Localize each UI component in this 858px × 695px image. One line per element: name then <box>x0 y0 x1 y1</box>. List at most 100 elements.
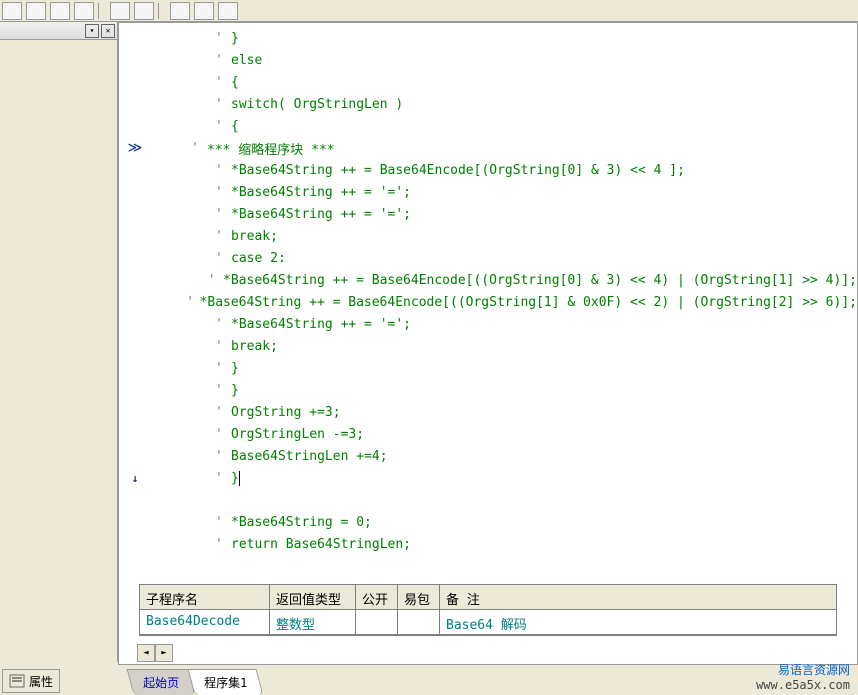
toolbar-btn-2[interactable] <box>26 2 46 20</box>
toolbar-sep <box>158 3 166 19</box>
comment-quote: ' <box>215 163 225 178</box>
h-scrollbar[interactable]: ◄► <box>137 644 837 662</box>
code-line[interactable] <box>119 489 857 511</box>
td-name[interactable]: Base64Decode <box>140 610 270 635</box>
code-text: *Base64String ++ = Base64Encode[((OrgStr… <box>200 295 857 310</box>
code-line[interactable]: ' switch( OrgStringLen ) <box>119 93 857 115</box>
breakpoint-marker-icon[interactable]: ≫ <box>119 140 151 156</box>
comment-quote: ' <box>215 339 225 354</box>
td-note[interactable]: Base64 解码 <box>440 610 836 635</box>
panel-header: ▾ ✕ <box>0 22 117 40</box>
th-type: 返回值类型 <box>270 585 356 610</box>
text-cursor <box>239 471 240 486</box>
th-pkg: 易包 <box>398 585 440 610</box>
scroll-right-icon[interactable]: ► <box>155 644 173 662</box>
td-pkg[interactable] <box>398 610 440 635</box>
code-line[interactable]: 'OrgString +=3; <box>119 401 857 423</box>
th-note: 备 注 <box>440 585 836 610</box>
code-text: *Base64String ++ = '='; <box>231 317 411 332</box>
footer-link-2[interactable]: www.e5a5x.com <box>756 678 850 693</box>
toolbar-btn-5[interactable] <box>110 2 130 20</box>
toolbar-btn-8[interactable] <box>194 2 214 20</box>
code-line[interactable]: ' *Base64String ++ = '='; <box>119 181 857 203</box>
panel-close-icon[interactable]: ✕ <box>101 24 115 38</box>
code-line[interactable]: ' *Base64String ++ = Base64Encode[(OrgStr… <box>119 159 857 181</box>
tab-progset[interactable]: 程序集1 <box>188 669 264 695</box>
code-line[interactable]: 'break; <box>119 225 857 247</box>
code-editor[interactable]: '}'else'{'switch( OrgStringLen )'{≫'*** … <box>119 23 857 556</box>
toolbar-sep <box>98 3 106 19</box>
code-line[interactable]: 'case 2: <box>119 247 857 269</box>
code-line[interactable]: '} <box>119 379 857 401</box>
code-line[interactable]: 'OrgStringLen -=3; <box>119 423 857 445</box>
th-pub: 公开 <box>356 585 398 610</box>
comment-quote: ' <box>215 97 225 112</box>
code-text: *Base64String ++ = '='; <box>231 207 411 222</box>
comment-quote: ' <box>215 537 225 552</box>
code-text: switch( OrgStringLen ) <box>231 97 403 112</box>
code-text: } <box>231 471 239 486</box>
code-text: } <box>231 383 239 398</box>
code-text: Base64StringLen +=4; <box>231 449 388 464</box>
toolbar-btn-4[interactable] <box>74 2 94 20</box>
code-text: { <box>231 119 239 134</box>
code-line[interactable]: '{ <box>119 71 857 93</box>
code-text: *Base64String ++ = Base64Encode[((OrgStr… <box>223 273 857 288</box>
comment-quote: ' <box>191 141 201 156</box>
arrow-marker-icon[interactable]: ↓ <box>119 472 151 485</box>
code-line[interactable]: '} <box>119 357 857 379</box>
code-line[interactable]: ' *Base64String = 0; <box>119 511 857 533</box>
footer-link-1[interactable]: 易语言资源网 <box>756 663 850 678</box>
bottom-tabs: 起始页 程序集1 <box>118 665 858 695</box>
code-line[interactable]: ' break; <box>119 335 857 357</box>
toolbar-btn-7[interactable] <box>170 2 190 20</box>
code-line[interactable]: '} <box>119 555 857 556</box>
td-pub[interactable] <box>356 610 398 635</box>
comment-quote: ' <box>215 515 225 530</box>
comment-quote: ' <box>215 207 225 222</box>
toolbar-btn-1[interactable] <box>2 2 22 20</box>
comment-quote: ' <box>215 471 225 486</box>
code-text: *Base64String ++ = Base64Encode[(OrgStri… <box>231 163 685 178</box>
code-text: *** 缩略程序块 *** <box>207 139 335 158</box>
td-type[interactable]: 整数型 <box>270 610 356 635</box>
code-text: else <box>231 53 262 68</box>
code-line[interactable]: ' Base64StringLen +=4; <box>119 445 857 467</box>
code-line[interactable]: ' *Base64String ++ = '='; <box>119 313 857 335</box>
comment-quote: ' <box>215 405 225 420</box>
code-line[interactable]: '*Base64String ++ = Base64Encode[((OrgSt… <box>119 291 857 313</box>
comment-quote: ' <box>215 361 225 376</box>
comment-quote: ' <box>215 229 225 244</box>
code-text: { <box>231 75 239 90</box>
code-text: } <box>231 31 239 46</box>
code-line[interactable]: '} <box>119 27 857 49</box>
comment-quote: ' <box>215 383 225 398</box>
code-line[interactable]: ↓ '} <box>119 467 857 489</box>
footer-links: 易语言资源网 www.e5a5x.com <box>756 663 850 693</box>
comment-quote: ' <box>215 427 225 442</box>
code-line[interactable]: ≫ ' *** 缩略程序块 *** <box>119 137 857 159</box>
main-area: '}'else'{'switch( OrgStringLen )'{≫'*** … <box>118 22 858 665</box>
code-line[interactable]: ' *Base64String ++ = Base64Encode[((OrgSt… <box>119 269 857 291</box>
comment-quote: ' <box>208 273 218 288</box>
code-line[interactable]: ' *Base64String ++ = '='; <box>119 203 857 225</box>
scroll-left-icon[interactable]: ◄ <box>137 644 155 662</box>
tab-start[interactable]: 起始页 <box>127 669 196 695</box>
toolbar-btn-3[interactable] <box>50 2 70 20</box>
comment-quote: ' <box>215 317 225 332</box>
code-line[interactable]: '{ <box>119 115 857 137</box>
toolbar-btn-6[interactable] <box>134 2 154 20</box>
comment-quote: ' <box>215 53 225 68</box>
code-text: *Base64String ++ = '='; <box>231 185 411 200</box>
properties-tab[interactable]: 属性 <box>2 669 60 693</box>
comment-quote: ' <box>215 31 225 46</box>
code-text: break; <box>231 339 278 354</box>
toolbar-btn-9[interactable] <box>218 2 238 20</box>
comment-quote: ' <box>215 185 225 200</box>
code-line[interactable]: 'return Base64StringLen; <box>119 533 857 555</box>
code-text: *Base64String = 0; <box>231 515 372 530</box>
toolbar <box>0 0 858 22</box>
comment-quote: ' <box>215 449 225 464</box>
code-line[interactable]: ' else <box>119 49 857 71</box>
panel-dropdown-icon[interactable]: ▾ <box>85 24 99 38</box>
